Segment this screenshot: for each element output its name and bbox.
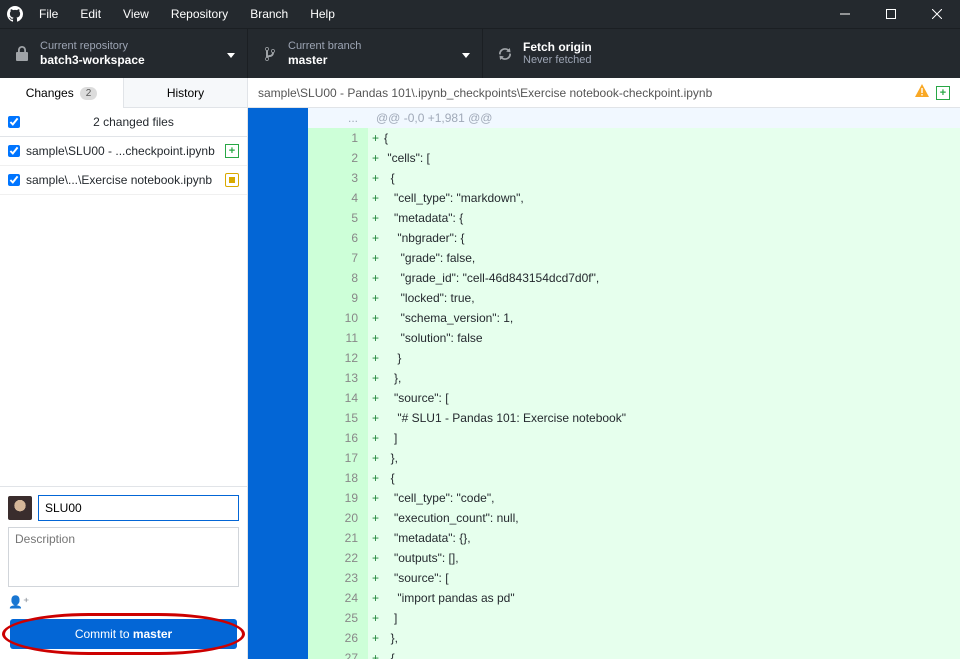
sidebar: Changes 2 History 2 changed files sample… — [0, 78, 248, 659]
changes-count-badge: 2 — [80, 87, 98, 100]
tab-history-label: History — [167, 86, 204, 100]
menu-branch[interactable]: Branch — [241, 3, 297, 25]
repo-label: Current repository — [40, 40, 145, 53]
select-all-checkbox[interactable] — [8, 116, 20, 128]
fetch-origin-button[interactable]: Fetch origin Never fetched — [483, 29, 960, 78]
menu-view[interactable]: View — [114, 3, 158, 25]
diff-line-numbers: ...1234567891011121314151617181920212223… — [308, 108, 368, 659]
diff-header: sample\SLU00 - Pandas 101\.ipynb_checkpo… — [248, 78, 960, 108]
sync-icon — [495, 46, 515, 62]
tab-changes-label: Changes — [26, 86, 74, 100]
tab-changes[interactable]: Changes 2 — [0, 78, 124, 108]
current-branch-dropdown[interactable]: Current branch master — [248, 29, 483, 78]
commit-button-branch: master — [133, 627, 172, 641]
repo-value: batch3-workspace — [40, 53, 145, 67]
close-button[interactable] — [914, 0, 960, 28]
commit-summary-input[interactable] — [38, 495, 239, 521]
fetch-label: Fetch origin — [523, 40, 592, 54]
diff-pane: sample\SLU00 - Pandas 101\.ipynb_checkpo… — [248, 78, 960, 659]
commit-form: 👤⁺ Commit to master — [0, 486, 247, 659]
current-repository-dropdown[interactable]: Current repository batch3-workspace — [0, 29, 248, 78]
chevron-down-icon — [227, 45, 235, 63]
maximize-button[interactable] — [868, 0, 914, 28]
diff-selection-gutter[interactable] — [248, 108, 308, 659]
chevron-down-icon — [462, 45, 470, 63]
menu-bar: File Edit View Repository Branch Help — [30, 3, 344, 25]
minimize-button[interactable] — [822, 0, 868, 28]
changed-files-label: 2 changed files — [28, 115, 239, 129]
file-name: sample\SLU00 - ...checkpoint.ipynb — [26, 144, 219, 158]
titlebar: File Edit View Repository Branch Help — [0, 0, 960, 28]
tab-history[interactable]: History — [124, 78, 247, 108]
file-row[interactable]: sample\...\Exercise notebook.ipynb — [0, 166, 247, 195]
file-row[interactable]: sample\SLU00 - ...checkpoint.ipynb + — [0, 137, 247, 166]
sidebar-tabs: Changes 2 History — [0, 78, 247, 108]
status-added-icon: + — [936, 86, 950, 100]
diff-code[interactable]: @@ -0,0 +1,981 @@+{+ "cells": [+ {+ "cel… — [368, 108, 960, 659]
menu-help[interactable]: Help — [301, 3, 344, 25]
branch-label: Current branch — [288, 40, 361, 53]
fetch-value: Never fetched — [523, 54, 592, 67]
menu-file[interactable]: File — [30, 3, 67, 25]
branch-icon — [260, 46, 280, 62]
toolbar: Current repository batch3-workspace Curr… — [0, 28, 960, 78]
diff-file-path: sample\SLU00 - Pandas 101\.ipynb_checkpo… — [258, 86, 914, 100]
branch-value: master — [288, 53, 361, 67]
menu-repository[interactable]: Repository — [162, 3, 237, 25]
file-name: sample\...\Exercise notebook.ipynb — [26, 173, 219, 187]
changed-files-header: 2 changed files — [0, 108, 247, 137]
status-added-icon: + — [225, 144, 239, 158]
github-logo-icon — [0, 6, 30, 22]
menu-edit[interactable]: Edit — [71, 3, 110, 25]
diff-body[interactable]: ...1234567891011121314151617181920212223… — [248, 108, 960, 659]
file-list: sample\SLU00 - ...checkpoint.ipynb + sam… — [0, 137, 247, 195]
commit-description-input[interactable] — [8, 527, 239, 587]
lock-icon — [12, 46, 32, 62]
avatar — [8, 496, 32, 520]
commit-button-prefix: Commit to — [75, 627, 133, 641]
file-checkbox[interactable] — [8, 145, 20, 157]
add-coauthor-button[interactable]: 👤⁺ — [8, 593, 239, 611]
status-modified-icon — [225, 173, 239, 187]
commit-button[interactable]: Commit to master — [10, 619, 237, 649]
warning-icon[interactable] — [914, 83, 930, 102]
window-controls — [822, 0, 960, 28]
file-checkbox[interactable] — [8, 174, 20, 186]
